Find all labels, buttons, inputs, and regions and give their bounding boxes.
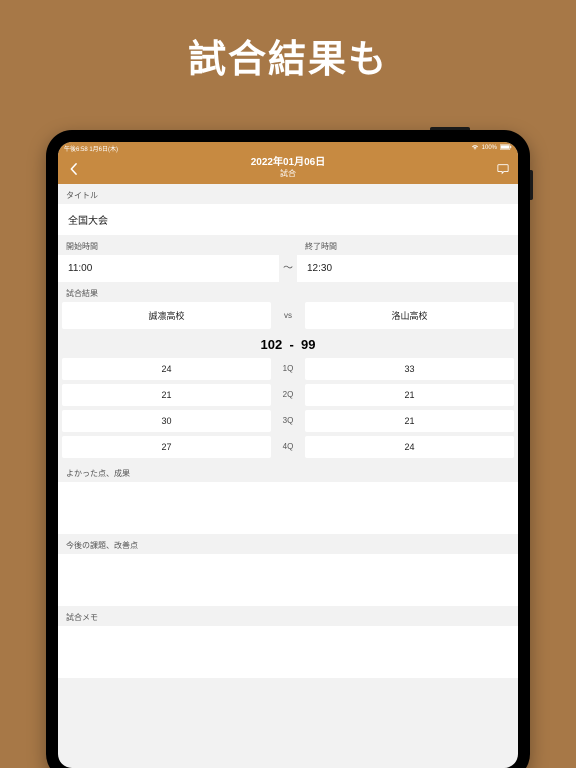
total-b: 99 bbox=[301, 337, 315, 352]
title-label: タイトル bbox=[58, 184, 518, 204]
nav-subtitle: 試合 bbox=[66, 169, 510, 179]
total-a: 102 bbox=[261, 337, 283, 352]
score-dash: - bbox=[289, 337, 293, 352]
screen: 午後6:58 1月6日(木) 100% 2022年01月06日 試合 bbox=[58, 142, 518, 768]
quarter-label: 2Q bbox=[275, 390, 301, 399]
back-button[interactable] bbox=[66, 162, 80, 176]
total-score: 102 - 99 bbox=[58, 329, 518, 358]
quarter-b-field[interactable]: 33 bbox=[305, 358, 514, 380]
hero-title: 試合結果も bbox=[0, 0, 576, 83]
quarter-a-field[interactable]: 24 bbox=[62, 358, 271, 380]
status-bar: 午後6:58 1月6日(木) 100% bbox=[58, 142, 518, 154]
start-time-label: 開始時間 bbox=[58, 235, 279, 255]
team-b-field[interactable]: 洛山高校 bbox=[305, 302, 514, 329]
nav-title: 2022年01月06日 bbox=[66, 157, 510, 169]
title-field[interactable]: 全国大会 bbox=[58, 204, 518, 235]
form-content: タイトル 全国大会 開始時間 11:00 〜 終了時間 12:30 試合結果 誠… bbox=[58, 184, 518, 768]
quarter-row: 27 4Q 24 bbox=[58, 436, 518, 458]
quarter-b-field[interactable]: 21 bbox=[305, 384, 514, 406]
battery-text: 100% bbox=[482, 145, 497, 151]
good-points-field[interactable] bbox=[58, 482, 518, 534]
volume-button bbox=[530, 170, 533, 200]
battery-icon bbox=[500, 144, 512, 152]
quarter-a-field[interactable]: 30 bbox=[62, 410, 271, 432]
quarter-row: 21 2Q 21 bbox=[58, 384, 518, 406]
chat-icon bbox=[497, 163, 509, 175]
start-time-field[interactable]: 11:00 bbox=[58, 255, 279, 282]
quarter-row: 30 3Q 21 bbox=[58, 410, 518, 432]
quarter-label: 1Q bbox=[275, 364, 301, 373]
memo-field[interactable] bbox=[58, 626, 518, 678]
end-time-field[interactable]: 12:30 bbox=[297, 255, 518, 282]
end-time-label: 終了時間 bbox=[297, 235, 518, 255]
result-label: 試合結果 bbox=[58, 282, 518, 302]
improve-field[interactable] bbox=[58, 554, 518, 606]
wifi-icon bbox=[471, 144, 479, 152]
status-time: 午後6:58 1月6日(木) bbox=[64, 144, 118, 153]
team-a-field[interactable]: 誠凛高校 bbox=[62, 302, 271, 329]
quarter-label: 3Q bbox=[275, 416, 301, 425]
chat-button[interactable] bbox=[496, 162, 510, 176]
memo-label: 試合メモ bbox=[58, 606, 518, 626]
quarter-b-field[interactable]: 24 bbox=[305, 436, 514, 458]
quarter-a-field[interactable]: 21 bbox=[62, 384, 271, 406]
power-button bbox=[430, 127, 470, 130]
quarter-label: 4Q bbox=[275, 442, 301, 451]
quarter-row: 24 1Q 33 bbox=[58, 358, 518, 380]
quarter-b-field[interactable]: 21 bbox=[305, 410, 514, 432]
quarter-a-field[interactable]: 27 bbox=[62, 436, 271, 458]
nav-bar: 2022年01月06日 試合 bbox=[58, 154, 518, 184]
time-separator: 〜 bbox=[279, 235, 297, 282]
good-points-label: よかった点、成果 bbox=[58, 462, 518, 482]
improve-label: 今後の課題、改善点 bbox=[58, 534, 518, 554]
tablet-frame: 午後6:58 1月6日(木) 100% 2022年01月06日 試合 bbox=[46, 130, 530, 768]
vs-label: vs bbox=[275, 311, 301, 320]
chevron-left-icon bbox=[69, 163, 78, 175]
